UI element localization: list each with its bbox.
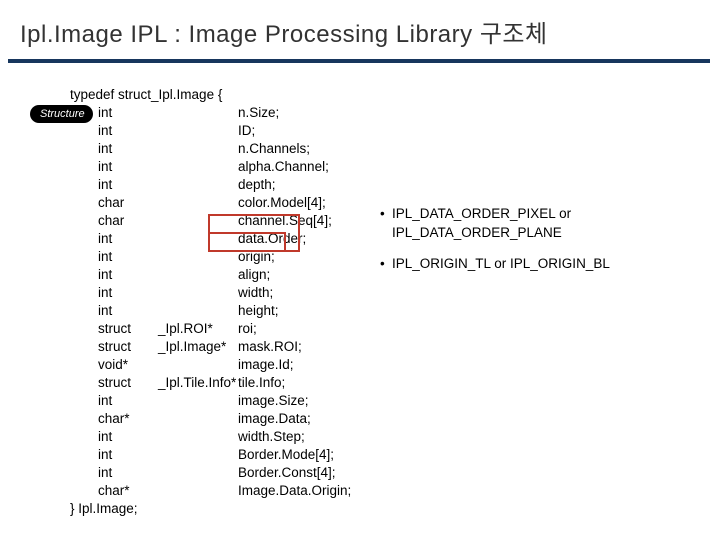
field-row: struct _Ipl.Image* mask.ROI; bbox=[70, 338, 351, 356]
field-row: int align; bbox=[70, 266, 351, 284]
field-row: int n.Size; bbox=[70, 104, 351, 122]
callout-text: IPL_ORIGIN_TL or IPL_ORIGIN_BL bbox=[392, 254, 610, 273]
field-type: char* bbox=[98, 410, 158, 428]
field-mid bbox=[158, 266, 238, 284]
field-name: height; bbox=[238, 302, 279, 320]
field-type: int bbox=[98, 446, 158, 464]
field-row: void* image.Id; bbox=[70, 356, 351, 374]
page-title: Ipl.Image IPL : Image Processing Library… bbox=[0, 0, 720, 59]
field-mid bbox=[158, 446, 238, 464]
field-mid bbox=[158, 410, 238, 428]
callout-text: IPL_DATA_ORDER_PIXEL or bbox=[392, 204, 571, 223]
field-row: int width.Step; bbox=[70, 428, 351, 446]
title-rule bbox=[8, 59, 710, 63]
field-name: n.Size; bbox=[238, 104, 279, 122]
field-row: int width; bbox=[70, 284, 351, 302]
field-type: int bbox=[98, 140, 158, 158]
field-name: mask.ROI; bbox=[238, 338, 302, 356]
field-mid bbox=[158, 140, 238, 158]
structure-badge: Structure bbox=[30, 105, 93, 123]
field-type: struct bbox=[98, 374, 158, 392]
field-type: int bbox=[98, 104, 158, 122]
field-name: width.Step; bbox=[238, 428, 305, 446]
field-row: struct _Ipl.ROI* roi; bbox=[70, 320, 351, 338]
field-row: struct _Ipl.Tile.Info* tile.Info; bbox=[70, 374, 351, 392]
field-row: int n.Channels; bbox=[70, 140, 351, 158]
field-mid bbox=[158, 104, 238, 122]
field-type: int bbox=[98, 122, 158, 140]
field-mid bbox=[158, 302, 238, 320]
field-type: int bbox=[98, 284, 158, 302]
field-name: image.Id; bbox=[238, 356, 294, 374]
field-type: struct bbox=[98, 338, 158, 356]
field-mid bbox=[158, 284, 238, 302]
field-name: image.Data; bbox=[238, 410, 311, 428]
field-name: align; bbox=[238, 266, 270, 284]
field-mid bbox=[158, 194, 238, 212]
field-type: int bbox=[98, 392, 158, 410]
field-type: int bbox=[98, 248, 158, 266]
field-mid bbox=[158, 158, 238, 176]
field-name: alpha.Channel; bbox=[238, 158, 329, 176]
field-mid: _Ipl.Image* bbox=[158, 338, 238, 356]
code-close: } Ipl.Image; bbox=[70, 500, 351, 518]
field-mid bbox=[158, 356, 238, 374]
field-name: depth; bbox=[238, 176, 276, 194]
callout-dataorder-line2: IPL_DATA_ORDER_PLANE bbox=[380, 223, 610, 242]
field-type: char bbox=[98, 194, 158, 212]
field-name: ID; bbox=[238, 122, 255, 140]
field-mid bbox=[158, 428, 238, 446]
field-name: Border.Mode[4]; bbox=[238, 446, 334, 464]
field-name: roi; bbox=[238, 320, 257, 338]
field-type: void* bbox=[98, 356, 158, 374]
field-mid bbox=[158, 464, 238, 482]
field-type: char bbox=[98, 212, 158, 230]
struct-code-block: typedef struct_Ipl.Image { int n.Size; i… bbox=[70, 86, 351, 518]
field-row: int depth; bbox=[70, 176, 351, 194]
field-type: int bbox=[98, 158, 158, 176]
field-mid bbox=[158, 482, 238, 500]
bullet-icon: • bbox=[380, 204, 392, 223]
callout-list: • IPL_DATA_ORDER_PIXEL or IPL_DATA_ORDER… bbox=[380, 204, 610, 273]
bullet-icon: • bbox=[380, 254, 392, 273]
callout-dataorder: • IPL_DATA_ORDER_PIXEL or bbox=[380, 204, 610, 223]
callout-origin: • IPL_ORIGIN_TL or IPL_ORIGIN_BL bbox=[380, 254, 610, 273]
field-name: n.Channels; bbox=[238, 140, 310, 158]
field-row: int alpha.Channel; bbox=[70, 158, 351, 176]
field-mid bbox=[158, 176, 238, 194]
code-open: typedef struct_Ipl.Image { bbox=[70, 86, 351, 104]
field-type: int bbox=[98, 428, 158, 446]
field-name: tile.Info; bbox=[238, 374, 285, 392]
callout-text: IPL_DATA_ORDER_PLANE bbox=[392, 223, 562, 242]
field-type: int bbox=[98, 266, 158, 284]
field-mid: _Ipl.Tile.Info* bbox=[158, 374, 238, 392]
field-type: int bbox=[98, 302, 158, 320]
field-row: int ID; bbox=[70, 122, 351, 140]
field-type: int bbox=[98, 230, 158, 248]
highlight-box-origin bbox=[208, 232, 286, 252]
field-mid bbox=[158, 122, 238, 140]
field-type: char* bbox=[98, 482, 158, 500]
field-type: struct bbox=[98, 320, 158, 338]
field-row: int Border.Mode[4]; bbox=[70, 446, 351, 464]
field-row: int height; bbox=[70, 302, 351, 320]
field-type: int bbox=[98, 464, 158, 482]
field-row: char color.Model[4]; bbox=[70, 194, 351, 212]
field-row: char* image.Data; bbox=[70, 410, 351, 428]
bullet-spacer bbox=[380, 223, 392, 242]
field-name: color.Model[4]; bbox=[238, 194, 326, 212]
field-type: int bbox=[98, 176, 158, 194]
field-mid bbox=[158, 392, 238, 410]
field-name: image.Size; bbox=[238, 392, 309, 410]
field-name: Border.Const[4]; bbox=[238, 464, 336, 482]
field-mid: _Ipl.ROI* bbox=[158, 320, 238, 338]
field-name: width; bbox=[238, 284, 273, 302]
field-row: char* Image.Data.Origin; bbox=[70, 482, 351, 500]
field-row: int Border.Const[4]; bbox=[70, 464, 351, 482]
field-row: int image.Size; bbox=[70, 392, 351, 410]
field-name: Image.Data.Origin; bbox=[238, 482, 351, 500]
